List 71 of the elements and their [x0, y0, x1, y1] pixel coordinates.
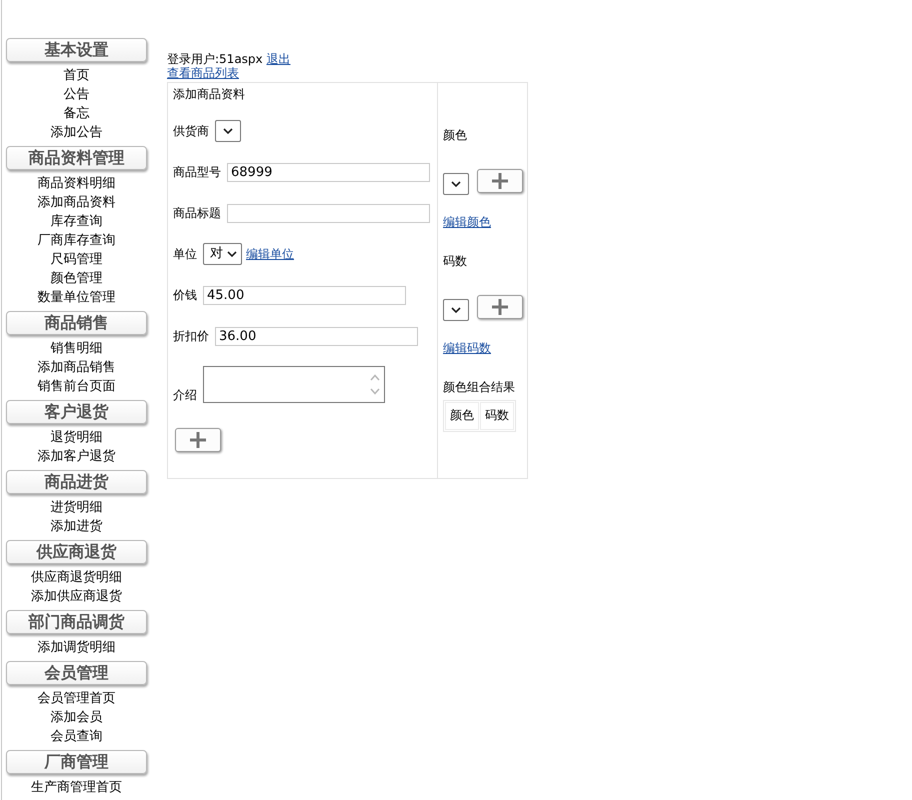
chevron-down-icon[interactable]	[227, 251, 237, 257]
text-field[interactable]: 45.00	[203, 286, 406, 304]
menu-link[interactable]: 销售前台页面	[38, 377, 116, 396]
text-field[interactable]: 36.00	[215, 326, 418, 346]
menu-link[interactable]: 会员查询	[50, 727, 102, 746]
form-title: 添加商品资料	[173, 88, 246, 101]
menu-link[interactable]: 公告	[64, 85, 90, 104]
edit-unit-link[interactable]: 编辑单位	[246, 246, 294, 262]
field-label: 单位	[173, 247, 197, 261]
menu-section-header[interactable]: 厂商管理	[6, 750, 147, 774]
menu-link[interactable]: 数量单位管理	[38, 288, 116, 307]
select-field[interactable]	[443, 173, 469, 195]
chevron-down-icon[interactable]	[451, 307, 461, 313]
logout-link[interactable]: 退出	[266, 52, 290, 66]
menu-link[interactable]: 进货明细	[50, 498, 102, 517]
add-button[interactable]	[477, 169, 523, 193]
menu-link[interactable]: 商品资料明细	[38, 174, 116, 193]
menu-link[interactable]: 生产商管理首页	[31, 778, 122, 797]
result-title: 颜色组合结果	[443, 381, 515, 394]
select-field[interactable]	[215, 120, 241, 142]
table-header-cell: 颜色	[445, 402, 479, 430]
menu-link[interactable]: 添加商品资料	[38, 193, 116, 212]
menu-link[interactable]: 会员管理首页	[38, 689, 116, 708]
field-label: 介绍	[173, 388, 197, 402]
plus-icon[interactable]	[491, 298, 509, 316]
menu-section-header[interactable]: 客户退货	[6, 400, 147, 424]
text-field[interactable]: 68999	[227, 162, 430, 182]
chevron-down-icon[interactable]	[451, 181, 461, 187]
field-label: 商品标题	[173, 206, 221, 220]
menu-link[interactable]: 添加调货明细	[38, 638, 116, 657]
menu-link[interactable]: 销售明细	[50, 339, 102, 358]
option-label: 码数	[443, 255, 467, 268]
add-button[interactable]	[175, 428, 221, 452]
menu-section-header[interactable]: 会员管理	[6, 661, 147, 685]
menu-section-header[interactable]: 部门商品调货	[6, 610, 147, 634]
menu-link[interactable]: 库存查询	[50, 212, 102, 231]
plus-icon[interactable]	[491, 172, 509, 190]
menu-section-header[interactable]: 基本设置	[6, 38, 147, 62]
menu-link[interactable]: 添加客户退货	[38, 447, 116, 466]
menu-link[interactable]: 添加公告	[50, 123, 102, 142]
menu-link[interactable]: 备忘	[64, 104, 90, 123]
select-field[interactable]	[443, 299, 469, 321]
menu-link[interactable]: 添加供应商退货	[31, 587, 122, 606]
menu-link[interactable]: 首页	[64, 66, 90, 85]
chevron-down-icon[interactable]	[223, 128, 233, 134]
option-label: 颜色	[443, 129, 467, 142]
field-label: 折扣价	[173, 329, 209, 343]
field-label: 价钱	[173, 288, 197, 302]
text-field[interactable]	[227, 204, 430, 222]
plus-icon[interactable]	[189, 431, 207, 449]
menu-link[interactable]: 尺码管理	[50, 250, 102, 269]
menu-link[interactable]: 颜色管理	[50, 269, 102, 288]
menu-section-header[interactable]: 商品资料管理	[6, 146, 147, 170]
menu-link[interactable]: 供应商退货明细	[31, 568, 122, 587]
field-label: 供货商	[173, 124, 209, 138]
menu-section-header[interactable]: 商品销售	[6, 311, 147, 335]
select-field[interactable]: 对	[203, 243, 242, 265]
menu-link[interactable]: 添加进货	[50, 517, 102, 536]
edit-link[interactable]: 编辑颜色	[443, 216, 491, 229]
menu-section-header[interactable]: 供应商退货	[6, 540, 147, 564]
login-user-text: 登录用户:51aspx	[167, 52, 263, 66]
product-list-link[interactable]: 查看商品列表	[167, 66, 239, 80]
table-header-cell: 码数	[480, 402, 514, 430]
menu-section-header[interactable]: 商品进货	[6, 470, 147, 494]
menu-link[interactable]: 添加商品销售	[38, 358, 116, 377]
menu-link[interactable]: 添加会员	[50, 708, 102, 727]
menu-link[interactable]: 退货明细	[50, 428, 102, 447]
menu-link[interactable]: 厂商库存查询	[38, 231, 116, 250]
add-button[interactable]	[477, 295, 523, 319]
edit-link[interactable]: 编辑码数	[443, 342, 491, 355]
field-label: 商品型号	[173, 165, 221, 179]
